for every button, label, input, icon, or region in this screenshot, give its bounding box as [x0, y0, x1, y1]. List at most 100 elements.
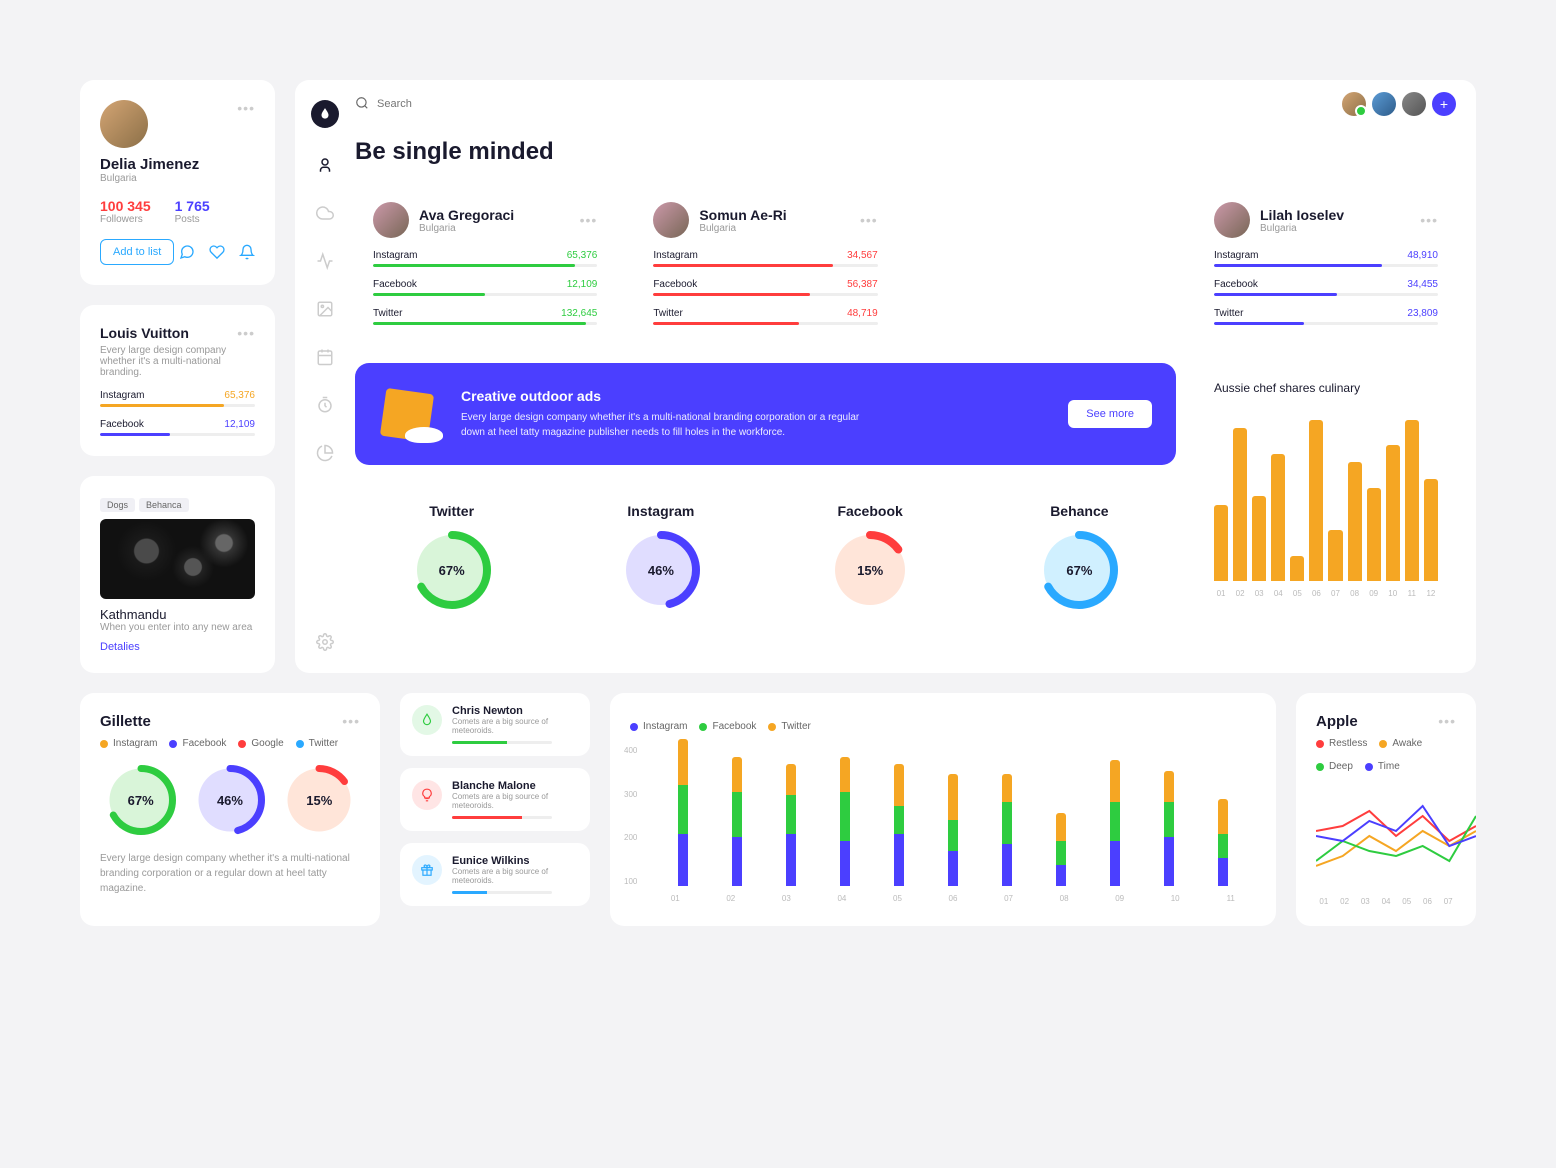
chart-bar: [1386, 445, 1400, 581]
culinary-title: Aussie chef shares culinary: [1214, 381, 1438, 395]
chart-bar: [1056, 813, 1066, 887]
bulb-icon: [412, 780, 442, 810]
chart-bar: [840, 757, 850, 887]
timer-icon[interactable]: [314, 394, 336, 416]
details-link[interactable]: Detalies: [100, 641, 140, 653]
apple-card: Apple ••• RestlessAwakeDeepTime 01020304…: [1296, 693, 1476, 926]
stacked-chart-card: InstagramFacebookTwitter 400300200100 01…: [610, 693, 1276, 926]
kathmandu-title: Kathmandu: [100, 607, 255, 622]
chart-bar: [732, 757, 742, 887]
chart-bar: [1405, 420, 1419, 582]
person-name: Lilah Ioselev: [1260, 207, 1344, 223]
add-user-button[interactable]: +: [1432, 92, 1456, 116]
fire-icon: [412, 705, 442, 735]
people-list: Chris NewtonComets are a big source of m…: [400, 693, 590, 926]
user-avatar-3[interactable]: [1402, 92, 1426, 116]
gillette-title: Gillette: [100, 713, 151, 730]
activity-icon[interactable]: [314, 250, 336, 272]
image-icon[interactable]: [314, 298, 336, 320]
person-name: Somun Ae-Ri: [699, 207, 786, 223]
bell-icon[interactable]: [239, 244, 255, 260]
chart-bar: [948, 774, 958, 886]
louis-vuitton-card: Louis Vuitton ••• Every large design com…: [80, 305, 275, 456]
person-menu-icon[interactable]: •••: [860, 212, 878, 228]
chart-bar: [1424, 479, 1438, 581]
chart-bar: [1348, 462, 1362, 581]
list-item[interactable]: Blanche MaloneComets are a big source of…: [400, 768, 590, 831]
social-donut-card: Instagram46%: [564, 485, 757, 627]
lv-menu-icon[interactable]: •••: [237, 325, 255, 341]
see-more-button[interactable]: See more: [1068, 400, 1152, 428]
banner-body: Every large design company whether it's …: [461, 410, 861, 440]
logo-icon[interactable]: [311, 100, 339, 128]
culinary-chart: [1214, 411, 1438, 581]
profile-avatar: [100, 100, 148, 148]
social-donut-card: Behance67%: [983, 485, 1176, 627]
apple-title: Apple: [1316, 713, 1358, 730]
profile-menu-icon[interactable]: •••: [237, 100, 255, 116]
sidebar-rail: [295, 80, 355, 673]
user-avatar-1[interactable]: [1342, 92, 1366, 116]
person-avatar: [373, 202, 409, 238]
chart-bar: [1367, 488, 1381, 582]
chart-bar: [1309, 420, 1323, 582]
chat-icon[interactable]: [179, 244, 195, 260]
chart-bar: [1110, 760, 1120, 886]
person-avatar: [1214, 202, 1250, 238]
culinary-card: Aussie chef shares culinary 010203040506…: [1196, 363, 1456, 616]
list-item[interactable]: Eunice WilkinsComets are a big source of…: [400, 843, 590, 906]
heart-icon[interactable]: [209, 244, 225, 260]
gift-icon: [412, 855, 442, 885]
chart-bar: [1002, 774, 1012, 886]
social-donut-card: Facebook15%: [774, 485, 967, 627]
banner-title: Creative outdoor ads: [461, 388, 861, 404]
chart-bar: [1290, 556, 1304, 582]
chart-bar: [1271, 454, 1285, 582]
add-to-list-button[interactable]: Add to list: [100, 239, 174, 265]
chart-bar: [894, 764, 904, 887]
chart-bar: [1233, 428, 1247, 581]
lv-title: Louis Vuitton: [100, 325, 189, 341]
chart-bar: [1328, 530, 1342, 581]
calendar-icon[interactable]: [314, 346, 336, 368]
person-card: Somun Ae-RiBulgaria•••Instagram34,567Fac…: [635, 184, 895, 343]
kathmandu-image: [100, 519, 255, 599]
search-icon[interactable]: [355, 96, 369, 113]
search-input[interactable]: [377, 98, 519, 110]
chart-bar: [1252, 496, 1266, 581]
settings-icon[interactable]: [314, 631, 336, 653]
person-card: Ava GregoraciBulgaria•••Instagram65,376F…: [355, 184, 615, 343]
chart-bar: [786, 764, 796, 887]
chart-bar: [1164, 771, 1174, 887]
person-menu-icon[interactable]: •••: [580, 212, 598, 228]
posts-count: 1 765: [175, 198, 210, 214]
tag[interactable]: Dogs: [100, 498, 135, 512]
profile-name: Delia Jimenez: [100, 156, 255, 173]
profile-location: Bulgaria: [100, 173, 255, 184]
user-avatar-2[interactable]: [1372, 92, 1396, 116]
list-item[interactable]: Chris NewtonComets are a big source of m…: [400, 693, 590, 756]
gillette-menu-icon[interactable]: •••: [342, 713, 360, 730]
chart-bar: [678, 739, 688, 886]
cloud-icon[interactable]: [314, 202, 336, 224]
banner-illustration: [379, 387, 439, 441]
gillette-card: Gillette ••• InstagramFacebookGoogleTwit…: [80, 693, 380, 926]
person-menu-icon[interactable]: •••: [1420, 212, 1438, 228]
person-card: Lilah IoselevBulgaria•••Instagram48,910F…: [1196, 184, 1456, 343]
chart-bar: [1214, 505, 1228, 582]
pie-icon[interactable]: [314, 442, 336, 464]
apple-line-chart: [1316, 786, 1476, 886]
tag[interactable]: Behanca: [139, 498, 189, 512]
kathmandu-card: DogsBehanca Kathmandu When you enter int…: [80, 476, 275, 673]
apple-menu-icon[interactable]: •••: [1438, 713, 1456, 730]
page-title: Be single minded: [355, 138, 1456, 166]
stacked-chart: [650, 746, 1256, 886]
social-donut-card: Twitter67%: [355, 485, 548, 627]
ad-banner: Creative outdoor ads Every large design …: [355, 363, 1176, 465]
person-avatar: [653, 202, 689, 238]
person-name: Ava Gregoraci: [419, 207, 514, 223]
chart-bar: [1218, 799, 1228, 887]
profile-card: ••• Delia Jimenez Bulgaria 100 345 Follo…: [80, 80, 275, 285]
followers-count: 100 345: [100, 198, 151, 214]
user-icon[interactable]: [314, 154, 336, 176]
